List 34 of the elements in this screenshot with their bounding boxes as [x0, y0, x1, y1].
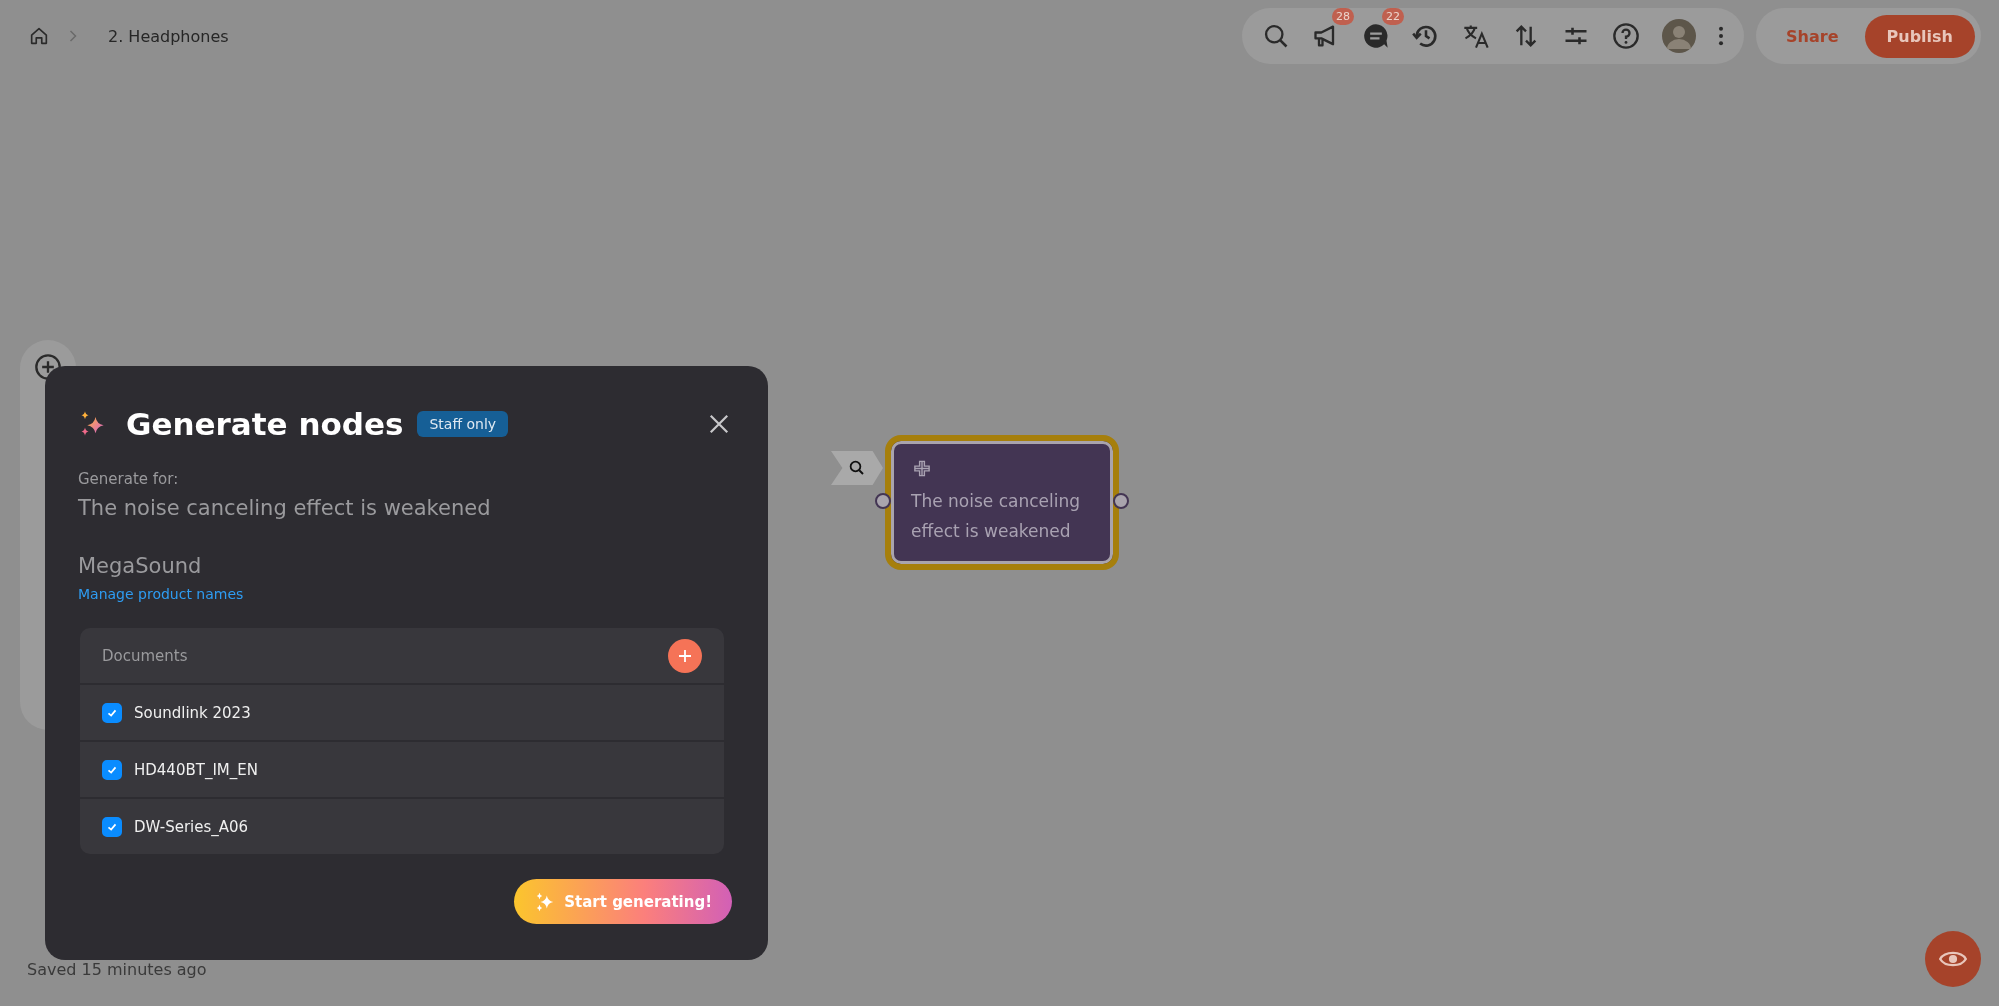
- staff-only-badge: Staff only: [417, 411, 509, 437]
- close-icon: [708, 413, 730, 435]
- documents-heading: Documents: [102, 646, 188, 665]
- diagram-node[interactable]: The noise canceling effect is weakened: [885, 435, 1119, 570]
- plus-icon: [677, 647, 693, 664]
- publish-button[interactable]: Publish: [1864, 14, 1975, 58]
- connection-port[interactable]: [875, 493, 891, 509]
- avatar[interactable]: [1662, 19, 1697, 53]
- notification-badge: 28: [1332, 8, 1355, 25]
- document-name: HD440BT_IM_EN: [134, 760, 258, 779]
- checkbox[interactable]: [102, 816, 122, 837]
- start-generating-button[interactable]: Start generating!: [514, 879, 732, 924]
- more-vertical-icon[interactable]: [1718, 25, 1725, 47]
- cross-icon: [911, 459, 933, 478]
- save-status: Saved 15 minutes ago: [27, 960, 207, 979]
- home-icon[interactable]: [28, 25, 50, 47]
- dialog-title: Generate nodes: [126, 406, 404, 442]
- add-document-button[interactable]: [668, 638, 702, 673]
- search-tag[interactable]: [831, 451, 883, 485]
- breadcrumb-current[interactable]: 2. Headphones: [108, 26, 229, 46]
- notification-badge: 22: [1382, 8, 1405, 25]
- document-name: Soundlink 2023: [134, 703, 251, 722]
- document-name: DW-Series_A06: [134, 817, 249, 836]
- checkbox[interactable]: [102, 702, 122, 723]
- product-name: MegaSound: [78, 554, 203, 578]
- help-icon[interactable]: [1612, 22, 1641, 50]
- target-node-text: The noise canceling effect is weakened: [78, 496, 492, 520]
- generate-for-label: Generate for:: [78, 470, 180, 488]
- search-icon[interactable]: [848, 459, 866, 477]
- preview-button[interactable]: [1925, 931, 1981, 987]
- checkbox[interactable]: [102, 759, 122, 780]
- manage-product-names-link[interactable]: Manage product names: [78, 586, 244, 602]
- connection-port[interactable]: [1113, 493, 1129, 509]
- node-text: The noise canceling effect is weakened: [911, 490, 1081, 543]
